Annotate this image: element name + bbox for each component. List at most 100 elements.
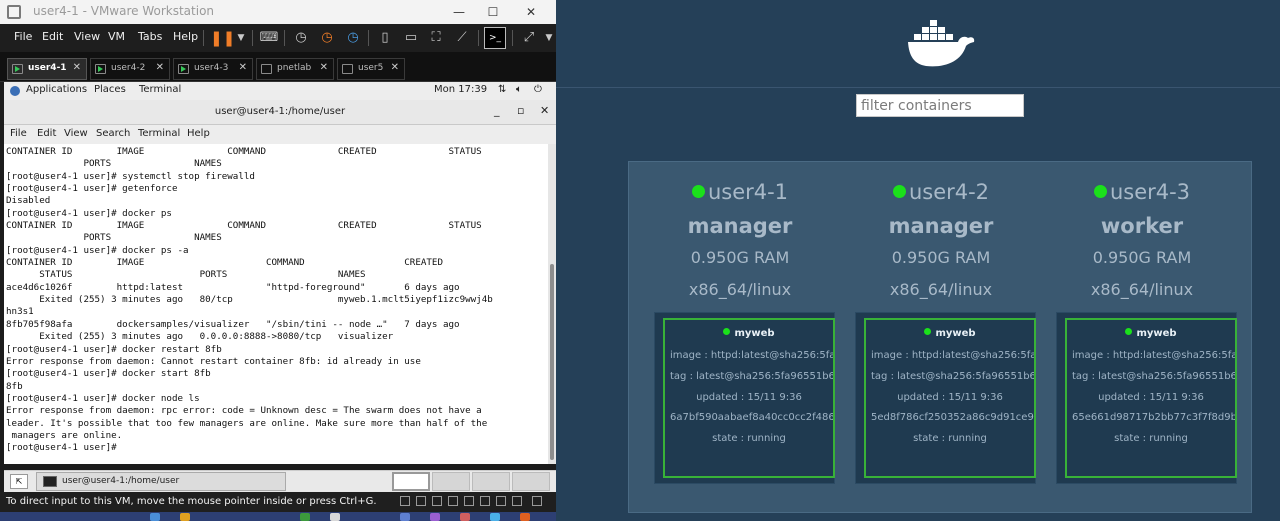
tab-user4-1[interactable]: user4-1 ✕ [7,58,87,80]
unity-icon[interactable]: ⟋ [451,27,473,49]
terminal-minimize-button[interactable]: _ [494,104,500,117]
stretch-icon[interactable]: ⤢ [518,27,540,49]
taskbar-terminal-button[interactable]: user@user4-1:/home/user [36,472,286,491]
menu-edit[interactable]: Edit [42,30,63,43]
terminal-menu-terminal[interactable]: Terminal [138,128,180,139]
console-view-icon[interactable]: >_ [484,27,506,49]
workspace-3[interactable] [472,472,510,491]
thumbnail-icon[interactable]: ▭ [400,27,422,49]
show-desktop-icon[interactable]: ⇱ [10,474,28,489]
host-app-icon[interactable] [330,513,340,521]
vm-stopped-icon [261,64,272,74]
terminal-menu-edit[interactable]: Edit [37,128,56,139]
usb-icon[interactable] [448,496,458,506]
node-os: x86_64/linux [688,280,792,299]
node-card: user4-1 manager 0.950G RAM x86_64/linux … [640,162,840,512]
vmware-window: user4-1 - VMware Workstation — ☐ ✕ File … [0,0,556,521]
filter-containers-input[interactable] [856,94,1024,117]
host-app-icon[interactable] [300,513,310,521]
pause-icon[interactable]: ❚❚ [210,27,235,49]
network-icon[interactable]: ⇅ [498,84,506,95]
chevron-down-icon[interactable]: ▼ [230,27,252,49]
minimize-button[interactable]: — [444,2,474,22]
network-adapter-icon[interactable] [432,496,442,506]
terminal-menu-view[interactable]: View [64,128,88,139]
container-card[interactable]: myweb image : httpd:latest@sha256:5fa96 … [663,318,835,478]
close-icon[interactable]: ✕ [320,62,328,73]
terminal-scrollbar[interactable] [548,144,556,464]
tab-user5[interactable]: user5 ✕ [337,58,405,80]
scrollbar-thumb[interactable] [550,264,554,460]
host-app-icon[interactable] [150,513,160,521]
terminal-text[interactable]: CONTAINER ID IMAGE COMMAND CREATED STATU… [4,144,548,455]
container-id: 65e661d98717b2bb77c3f7f8d9b7 [1072,412,1235,423]
vmware-status-bar: To direct input to this VM, move the mou… [0,492,556,512]
online-status-icon [1093,185,1107,198]
terminal-menu-help[interactable]: Help [187,128,210,139]
host-app-icon[interactable] [490,513,500,521]
close-icon[interactable]: ✕ [391,62,399,73]
host-app-icon[interactable] [400,513,410,521]
menu-tabs[interactable]: Tabs [138,30,162,43]
terminal-menu[interactable]: Terminal [139,84,181,95]
snapshot-manager-icon[interactable]: ◷ [342,27,364,49]
clock[interactable]: Mon 17:39 [434,84,487,95]
menu-help[interactable]: Help [173,30,198,43]
node-name: user4-1 [640,180,840,204]
menu-view[interactable]: View [74,30,100,43]
menu-file[interactable]: File [14,30,32,43]
container-name: myweb [1067,328,1235,339]
message-icon[interactable] [512,496,522,506]
vm-running-icon [12,64,23,74]
tab-pnetlab[interactable]: pnetlab ✕ [256,58,334,80]
terminal-output[interactable]: CONTAINER ID IMAGE COMMAND CREATED STATU… [4,144,548,464]
terminal-menu-file[interactable]: File [10,128,27,139]
fullscreen-toggle-icon[interactable] [532,496,542,506]
terminal-line: leader. It's possible that too few manag… [6,417,488,429]
tab-user4-3[interactable]: user4-3 ✕ [173,58,253,80]
container-tag: tag : latest@sha256:5fa96551b613 [1072,371,1235,382]
menu-vm[interactable]: VM [108,30,125,43]
workspace-2[interactable] [432,472,470,491]
printer-icon[interactable] [480,496,490,506]
running-status-icon [723,328,731,335]
toolbar-separator [203,30,204,46]
hdd-icon[interactable] [400,496,410,506]
node-os: x86_64/linux [1090,280,1194,299]
container-card[interactable]: myweb image : httpd:latest@sha256:5fa96 … [864,318,1036,478]
display-icon[interactable] [496,496,506,506]
power-icon[interactable]: ⏻ [534,84,542,95]
close-icon[interactable]: ✕ [156,62,164,73]
host-app-icon[interactable] [430,513,440,521]
terminal-line: Disabled [6,195,51,207]
revert-snapshot-icon[interactable]: ◷ [316,27,338,49]
snapshot-icon[interactable]: ◷ [290,27,312,49]
close-icon[interactable]: ✕ [239,62,247,73]
close-button[interactable]: ✕ [516,2,546,22]
container-state: state : running [1114,433,1188,444]
send-keys-icon[interactable]: ⌨ [258,27,280,49]
toolbar-separator [368,30,369,46]
terminal-line: PORTS NAMES [83,158,222,170]
cdrom-icon[interactable] [416,496,426,506]
terminal-menu-search[interactable]: Search [96,128,130,139]
sound-icon[interactable] [464,496,474,506]
volume-icon[interactable]: 🔈︎ [516,84,522,95]
library-icon[interactable]: ▯ [374,27,396,49]
vm-running-icon [178,64,189,74]
tab-user4-2[interactable]: user4-2 ✕ [90,58,170,80]
terminal-maximize-button[interactable]: ▫ [517,104,524,117]
host-app-icon[interactable] [180,513,190,521]
maximize-button[interactable]: ☐ [478,2,508,22]
applications-menu[interactable]: Applications [26,84,87,95]
host-app-icon[interactable] [520,513,530,521]
places-menu[interactable]: Places [94,84,126,95]
node-ram: 0.950G RAM [1092,248,1192,267]
close-icon[interactable]: ✕ [73,62,81,73]
container-card[interactable]: myweb image : httpd:latest@sha256:5fa96 … [1065,318,1237,478]
host-app-icon[interactable] [460,513,470,521]
fullscreen-icon[interactable]: ⛶ [425,27,447,49]
terminal-close-button[interactable]: ✕ [540,104,549,117]
workspace-4[interactable] [512,472,550,491]
workspace-1[interactable] [392,472,430,491]
